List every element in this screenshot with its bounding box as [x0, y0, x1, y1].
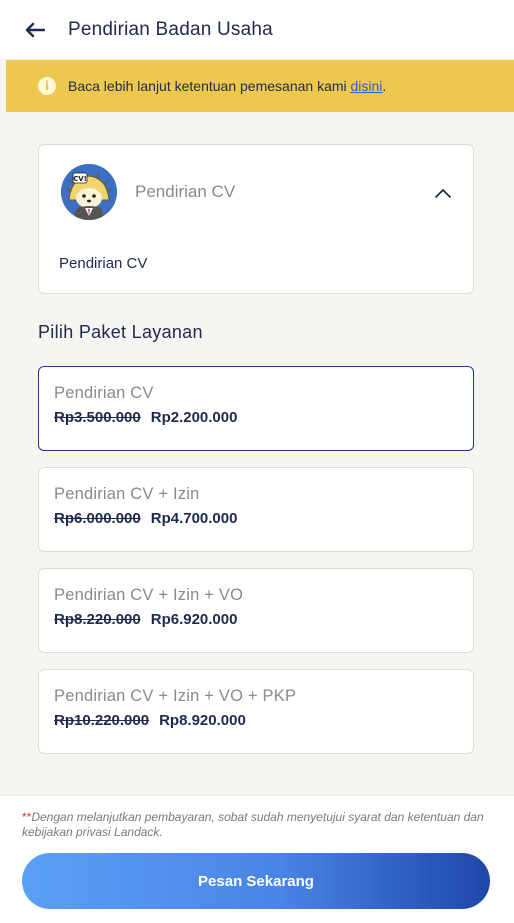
- notice-banner: i Baca lebih lanjut ketentuan pemesanan …: [6, 60, 514, 112]
- package-name: Pendirian CV: [54, 384, 154, 402]
- service-description: Pendirian CV: [59, 255, 148, 272]
- notice-message: Baca lebih lanjut ketentuan pemesanan ka…: [68, 78, 351, 94]
- chevron-up-icon[interactable]: [433, 183, 453, 203]
- old-price: Rp10.220.000: [54, 712, 150, 729]
- new-price: Rp4.700.000: [150, 510, 238, 527]
- package-name: Pendirian CV + Izin + VO: [54, 586, 244, 604]
- notice-link[interactable]: disini: [351, 78, 383, 94]
- new-price: Rp2.200.000: [150, 409, 238, 426]
- price-row: Rp10.220.000 Rp8.920.000: [54, 712, 473, 729]
- package-name: Pendirian CV + Izin + VO + PKP: [54, 687, 297, 705]
- section-title: Pilih Paket Layanan: [38, 322, 203, 342]
- old-price: Rp6.000.000: [54, 510, 141, 527]
- asterisk: **: [22, 810, 32, 824]
- main-content: CV! Pendirian CV Pendirian CV Pilih Pake…: [6, 112, 514, 795]
- package-name: Pendirian CV + Izin: [54, 485, 200, 503]
- package-option-3[interactable]: Pendirian CV + Izin + VO Rp8.220.000 Rp6.…: [38, 568, 474, 653]
- disclaimer-message: Dengan melanjutkan pembayaran, sobat sud…: [22, 810, 484, 839]
- footer: **Dengan melanjutkan pembayaran, sobat s…: [0, 795, 514, 923]
- service-name: Pendirian CV: [135, 182, 236, 201]
- order-now-button[interactable]: Pesan Sekarang: [22, 853, 490, 909]
- price-row: Rp6.000.000 Rp4.700.000: [54, 510, 473, 527]
- package-option-4[interactable]: Pendirian CV + Izin + VO + PKP Rp10.220.…: [38, 669, 474, 754]
- price-row: Rp3.500.000 Rp2.200.000: [54, 409, 473, 426]
- info-icon: i: [38, 77, 56, 95]
- top-app-bar: Pendirian Badan Usaha: [0, 0, 514, 60]
- package-option-2[interactable]: Pendirian CV + Izin Rp6.000.000 Rp4.700.0…: [38, 467, 474, 552]
- old-price: Rp8.220.000: [54, 611, 141, 628]
- service-card: CV! Pendirian CV Pendirian CV: [38, 144, 474, 294]
- price-row: Rp8.220.000 Rp6.920.000: [54, 611, 473, 628]
- package-option-1[interactable]: Pendirian CV Rp3.500.000 Rp2.200.000: [38, 366, 474, 451]
- hedgehog-mascot-icon: CV!: [61, 164, 117, 220]
- service-accordion-header[interactable]: CV! Pendirian CV: [61, 163, 453, 221]
- notice-suffix: .: [382, 78, 387, 94]
- notice-text: Baca lebih lanjut ketentuan pemesanan ka…: [68, 78, 386, 94]
- back-arrow-icon[interactable]: [22, 17, 48, 43]
- new-price: Rp8.920.000: [159, 712, 246, 729]
- disclaimer-text: **Dengan melanjutkan pembayaran, sobat s…: [22, 810, 492, 840]
- service-avatar: CV!: [61, 164, 117, 220]
- old-price: Rp3.500.000: [54, 409, 141, 426]
- new-price: Rp6.920.000: [150, 611, 238, 628]
- page-title: Pendirian Badan Usaha: [68, 18, 273, 40]
- svg-text:CV!: CV!: [73, 175, 87, 183]
